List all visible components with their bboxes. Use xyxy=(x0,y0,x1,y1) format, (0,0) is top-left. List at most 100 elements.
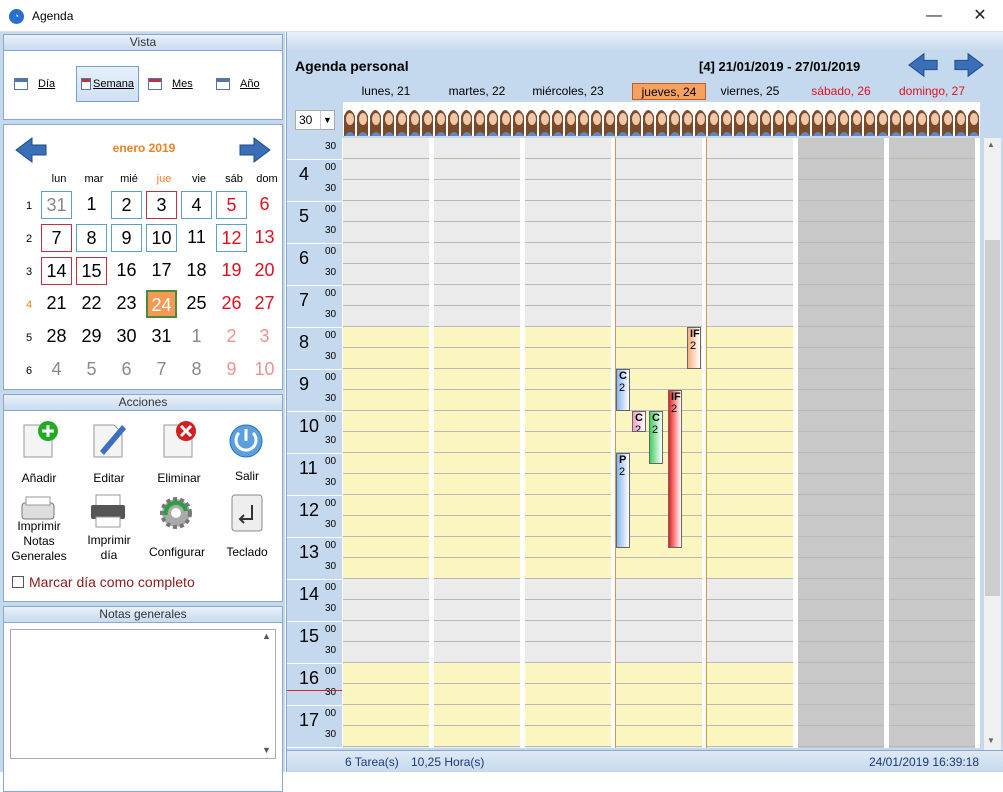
keyboard-key-icon[interactable] xyxy=(226,493,266,533)
time-slot[interactable] xyxy=(616,726,702,747)
time-slot[interactable] xyxy=(798,453,884,474)
day-header[interactable]: miércoles, 23 xyxy=(525,83,611,100)
time-slot[interactable] xyxy=(525,663,611,684)
time-slot[interactable] xyxy=(707,432,793,453)
time-slot[interactable] xyxy=(707,201,793,222)
time-slot[interactable] xyxy=(434,201,520,222)
time-slot[interactable] xyxy=(798,726,884,747)
time-slot[interactable] xyxy=(707,390,793,411)
view-month-button[interactable]: Mes xyxy=(144,66,197,102)
day-column[interactable] xyxy=(889,138,975,748)
scroll-down-icon[interactable]: ▼ xyxy=(987,736,995,745)
time-slot[interactable] xyxy=(434,537,520,558)
calendar-day[interactable]: 21 xyxy=(41,290,72,318)
time-slot[interactable] xyxy=(434,180,520,201)
time-slot[interactable] xyxy=(889,159,975,180)
time-slot[interactable] xyxy=(525,705,611,726)
time-slot[interactable] xyxy=(434,159,520,180)
time-slot[interactable] xyxy=(434,684,520,705)
time-slot[interactable] xyxy=(525,726,611,747)
day-header[interactable]: martes, 22 xyxy=(434,83,520,100)
time-slot[interactable] xyxy=(525,600,611,621)
time-slot[interactable] xyxy=(616,138,702,159)
scroll-up-icon[interactable]: ▲ xyxy=(987,140,995,149)
time-slot[interactable] xyxy=(798,348,884,369)
time-slot[interactable] xyxy=(434,642,520,663)
time-slot[interactable] xyxy=(616,180,702,201)
calendar-day[interactable]: 4 xyxy=(41,356,72,384)
time-slot[interactable] xyxy=(343,642,429,663)
time-slot[interactable] xyxy=(707,537,793,558)
time-slot[interactable] xyxy=(525,642,611,663)
calendar-day[interactable]: 6 xyxy=(111,356,142,384)
time-slot[interactable] xyxy=(707,495,793,516)
calendar-day[interactable]: 11 xyxy=(181,224,212,252)
time-slot[interactable] xyxy=(343,201,429,222)
calendar-day[interactable]: 3 xyxy=(146,191,177,219)
time-slot[interactable] xyxy=(525,495,611,516)
calendar-day[interactable]: 9 xyxy=(111,224,142,252)
time-slot[interactable] xyxy=(707,411,793,432)
time-slot[interactable] xyxy=(889,348,975,369)
time-slot[interactable] xyxy=(343,243,429,264)
day-header[interactable]: lunes, 21 xyxy=(343,83,429,100)
calendar-day[interactable]: 31 xyxy=(146,323,177,351)
time-slot[interactable] xyxy=(434,495,520,516)
calendar-day[interactable]: 15 xyxy=(76,257,107,285)
time-slot[interactable] xyxy=(525,747,611,748)
time-slot[interactable] xyxy=(616,264,702,285)
time-slot[interactable] xyxy=(798,411,884,432)
time-slot[interactable] xyxy=(343,474,429,495)
time-slot[interactable] xyxy=(798,180,884,201)
time-slot[interactable] xyxy=(434,579,520,600)
time-slot[interactable] xyxy=(889,180,975,201)
time-slot[interactable] xyxy=(616,201,702,222)
day-column[interactable] xyxy=(343,138,429,748)
time-slot[interactable] xyxy=(434,621,520,642)
time-slot[interactable] xyxy=(889,327,975,348)
time-slot[interactable] xyxy=(434,138,520,159)
time-slot[interactable] xyxy=(707,579,793,600)
time-slot[interactable] xyxy=(798,495,884,516)
time-slot[interactable] xyxy=(707,306,793,327)
time-slot[interactable] xyxy=(434,285,520,306)
time-slot[interactable] xyxy=(343,138,429,159)
calendar-day[interactable]: 2 xyxy=(111,191,142,219)
time-slot[interactable] xyxy=(343,159,429,180)
time-slot[interactable] xyxy=(525,537,611,558)
calendar-day[interactable]: 10 xyxy=(146,224,177,252)
time-slot[interactable] xyxy=(434,327,520,348)
time-slot[interactable] xyxy=(707,684,793,705)
time-slot[interactable] xyxy=(343,306,429,327)
time-slot[interactable] xyxy=(525,621,611,642)
time-slot[interactable] xyxy=(889,579,975,600)
time-slot[interactable] xyxy=(616,285,702,306)
time-slot[interactable] xyxy=(707,453,793,474)
time-slot[interactable] xyxy=(889,411,975,432)
add-icon[interactable] xyxy=(18,419,58,459)
view-day-button[interactable]: Día xyxy=(10,66,59,102)
event-block[interactable]: C2 xyxy=(616,369,630,411)
time-slot[interactable] xyxy=(707,642,793,663)
time-slot[interactable] xyxy=(525,180,611,201)
calendar-day[interactable]: 14 xyxy=(41,257,72,285)
time-slot[interactable] xyxy=(525,264,611,285)
calendar-day[interactable]: 12 xyxy=(216,224,247,252)
calendar-day[interactable]: 10 xyxy=(249,356,280,384)
time-slot[interactable] xyxy=(798,243,884,264)
calendar-day[interactable]: 23 xyxy=(111,290,142,318)
time-slot[interactable] xyxy=(707,747,793,748)
day-header[interactable]: domingo, 27 xyxy=(889,83,975,100)
time-slot[interactable] xyxy=(343,432,429,453)
calendar-day[interactable]: 8 xyxy=(76,224,107,252)
time-slot[interactable] xyxy=(616,663,702,684)
day-column[interactable] xyxy=(525,138,611,748)
calendar-day[interactable]: 27 xyxy=(249,290,280,318)
time-slot[interactable] xyxy=(889,558,975,579)
calendar-day[interactable]: 17 xyxy=(146,257,177,285)
time-slot[interactable] xyxy=(525,159,611,180)
time-slot[interactable] xyxy=(798,705,884,726)
time-slot[interactable] xyxy=(798,327,884,348)
time-slot[interactable] xyxy=(707,600,793,621)
time-slot[interactable] xyxy=(798,306,884,327)
